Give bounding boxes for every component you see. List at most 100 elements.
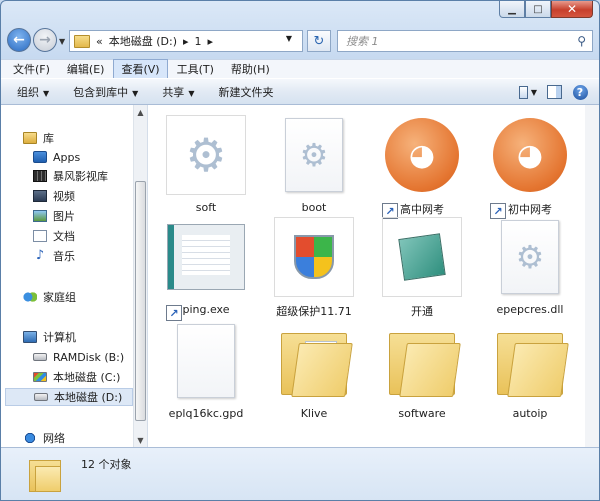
file-item[interactable]: 超级保护11.71 bbox=[266, 217, 362, 321]
back-button[interactable]: ← bbox=[7, 28, 31, 52]
close-button[interactable]: ✕ bbox=[551, 1, 593, 18]
file-item[interactable]: ◕ ↗ 初中网考 bbox=[482, 115, 578, 219]
file-thumbnail bbox=[166, 217, 246, 297]
system-file-icon: ⚙ bbox=[285, 118, 343, 192]
cheetah-app-icon: ◕ bbox=[385, 118, 459, 192]
folder-name: autoip bbox=[512, 407, 548, 420]
folder-item[interactable]: Klive bbox=[266, 321, 362, 425]
folder-icon bbox=[74, 34, 90, 48]
menu-view[interactable]: 查看(V) bbox=[113, 59, 168, 79]
folder-item[interactable]: software bbox=[374, 321, 470, 425]
file-item[interactable]: ⚙ boot bbox=[266, 115, 362, 219]
folder-item[interactable]: autoip bbox=[482, 321, 578, 425]
content-scroll-gutter bbox=[585, 105, 599, 447]
menu-file[interactable]: 文件(F) bbox=[5, 59, 58, 79]
system-drive-icon bbox=[33, 372, 47, 382]
network-icon bbox=[23, 432, 37, 444]
installer-icon bbox=[398, 233, 446, 281]
scroll-down-icon[interactable]: ▼ bbox=[134, 433, 147, 447]
change-view-button[interactable]: ▼ bbox=[519, 83, 537, 101]
organize-label: 组织 bbox=[17, 85, 39, 99]
include-in-library-button[interactable]: 包含到库中 ▼ bbox=[73, 84, 138, 100]
address-separator[interactable]: ▸ bbox=[208, 35, 214, 48]
homegroup-icon bbox=[23, 291, 37, 303]
refresh-button[interactable]: ↻ bbox=[307, 30, 331, 52]
menu-edit[interactable]: 编辑(E) bbox=[59, 59, 113, 79]
command-bar: 组织 ▼ 包含到库中 ▼ 共享 ▼ 新建文件夹 ▼ ? bbox=[1, 78, 599, 105]
scroll-up-icon[interactable]: ▲ bbox=[134, 105, 147, 119]
maximize-button[interactable]: □ bbox=[525, 1, 551, 18]
file-item[interactable]: 开通 bbox=[374, 217, 470, 321]
folder-icon bbox=[29, 456, 61, 492]
gear-icon: ⚙ bbox=[515, 238, 545, 276]
pictures-icon bbox=[33, 210, 47, 222]
folder-icon bbox=[281, 327, 353, 397]
caption-buttons: ▁ □ ✕ bbox=[499, 1, 593, 19]
drive-icon bbox=[34, 393, 48, 401]
file-item[interactable]: ↗ ping.exe bbox=[158, 217, 254, 321]
apps-library-icon bbox=[33, 151, 47, 163]
file-name: 高中网考 bbox=[400, 203, 444, 216]
file-thumbnail: ◕ bbox=[382, 115, 462, 195]
search-icon[interactable]: ⚲ bbox=[577, 34, 586, 48]
gear-icon: ⚙ bbox=[299, 136, 329, 174]
menu-bar: 文件(F) 编辑(E) 查看(V) 工具(T) 帮助(H) bbox=[1, 59, 599, 79]
file-item[interactable]: ⚙ soft bbox=[158, 115, 254, 219]
file-name: 超级保护11.71 bbox=[276, 305, 352, 318]
folder-name: software bbox=[398, 407, 446, 420]
menu-tools[interactable]: 工具(T) bbox=[169, 59, 222, 79]
dll-file-icon: ⚙ bbox=[501, 220, 559, 294]
nav-drive-d[interactable]: 本地磁盘 (D:) bbox=[5, 388, 133, 406]
preview-pane-icon bbox=[546, 85, 562, 99]
navigation-pane: 库 Apps 暴风影视库 视频 图片 文档 ♪ 音乐 家庭组 计算机 RAMDis… bbox=[1, 105, 148, 447]
address-dropdown-icon[interactable]: ▼ bbox=[286, 34, 292, 43]
documents-icon bbox=[33, 230, 47, 242]
file-name: ping.exe bbox=[182, 303, 230, 316]
file-name: 初中网考 bbox=[508, 203, 552, 216]
file-list: ⚙ soft ⚙ boot ◕ ↗ 高中网考 ◕ ↗ 初中网考 ↗ ping.e… bbox=[148, 105, 599, 447]
include-label: 包含到库中 bbox=[73, 85, 129, 99]
scrollbar-thumb[interactable] bbox=[135, 181, 146, 421]
cheetah-app-icon: ◕ bbox=[493, 118, 567, 192]
drive-icon bbox=[33, 353, 47, 361]
item-count: 12 个对象 bbox=[81, 458, 132, 471]
shield-icon bbox=[294, 235, 334, 279]
nav-label: RAMDisk (B:) bbox=[53, 350, 125, 364]
movie-library-icon bbox=[33, 170, 47, 182]
address-segment-drive[interactable]: 本地磁盘 (D:) bbox=[109, 33, 177, 49]
folder-name: Klive bbox=[300, 407, 328, 420]
preview-pane-button[interactable] bbox=[545, 83, 563, 101]
file-thumbnail: ⚙ bbox=[274, 115, 354, 195]
organize-button[interactable]: 组织 ▼ bbox=[17, 84, 49, 100]
file-thumbnail: ◕ bbox=[490, 115, 570, 195]
share-label: 共享 bbox=[162, 85, 185, 99]
address-segment-folder[interactable]: 1 bbox=[195, 35, 202, 48]
share-button[interactable]: 共享 ▼ bbox=[162, 84, 194, 100]
file-item[interactable]: ⚙ epepcres.dll bbox=[482, 217, 578, 321]
file-name: 开通 bbox=[411, 305, 433, 318]
address-bar[interactable]: « 本地磁盘 (D:) ▸ 1 ▸ ▼ bbox=[69, 30, 303, 52]
refresh-icon: ↻ bbox=[313, 33, 325, 49]
address-overflow[interactable]: « bbox=[96, 35, 103, 48]
file-thumbnail bbox=[166, 321, 246, 401]
file-thumbnail bbox=[274, 321, 354, 401]
new-folder-button[interactable]: 新建文件夹 bbox=[218, 84, 273, 100]
help-button[interactable]: ? bbox=[571, 83, 589, 101]
forward-button[interactable]: → bbox=[33, 28, 57, 52]
file-item[interactable]: eplq16kc.gpd bbox=[158, 321, 254, 425]
search-placeholder: 搜索 1 bbox=[346, 35, 379, 48]
menu-help[interactable]: 帮助(H) bbox=[223, 59, 278, 79]
nav-label: 家庭组 bbox=[43, 291, 76, 304]
address-separator[interactable]: ▸ bbox=[183, 35, 189, 48]
computer-icon bbox=[23, 331, 37, 343]
file-item[interactable]: ◕ ↗ 高中网考 bbox=[374, 115, 470, 219]
view-icon bbox=[519, 85, 528, 99]
chevron-down-icon: ▼ bbox=[188, 88, 195, 98]
recent-pages-dropdown[interactable]: ▼ bbox=[59, 37, 67, 46]
nav-label: Apps bbox=[53, 150, 81, 164]
minimize-button[interactable]: ▁ bbox=[499, 1, 525, 18]
navigation-scrollbar[interactable]: ▲ ▼ bbox=[133, 105, 147, 447]
nav-label: 库 bbox=[43, 132, 54, 145]
file-thumbnail bbox=[382, 321, 462, 401]
search-box[interactable]: 搜索 1 ⚲ bbox=[337, 30, 593, 52]
